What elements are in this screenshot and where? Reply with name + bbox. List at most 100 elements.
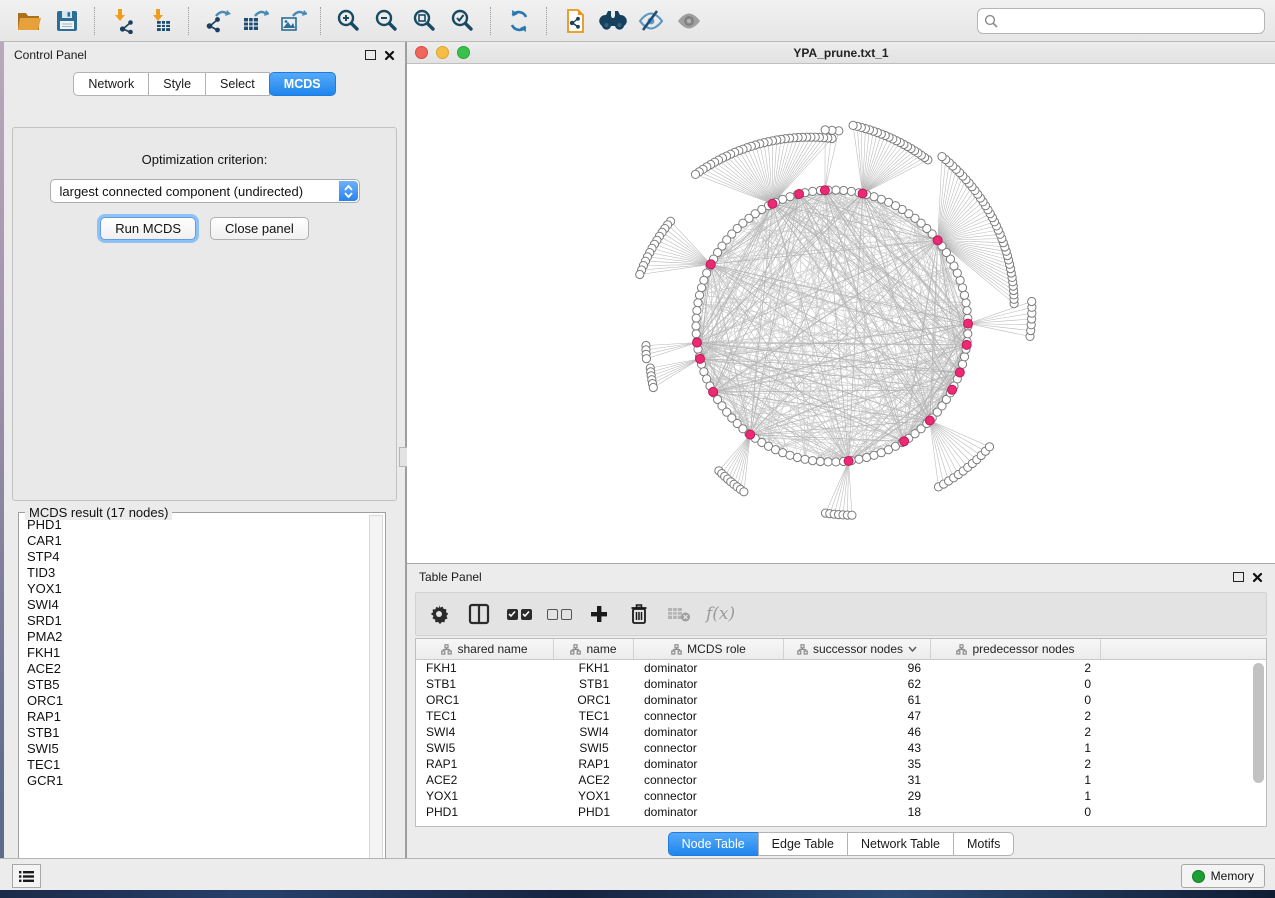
cell-name: TEC1 [554,709,634,723]
column-header-MCDS-role[interactable]: MCDS role [634,639,784,659]
tab-style[interactable]: Style [148,72,206,96]
table-footer-tabs: Node TableEdge TableNetwork TableMotifs [407,832,1275,856]
select-all-icon[interactable] [506,601,532,627]
toolbar-separator [94,7,96,35]
column-header-shared-name[interactable]: shared name [416,639,554,659]
columns-icon[interactable] [466,601,492,627]
table-row[interactable]: STB1STB1dominator620 [416,676,1266,692]
cell-predecessor-nodes: 0 [931,693,1101,707]
mcds-result-item[interactable]: FKH1 [23,645,369,661]
tab-mcds[interactable]: MCDS [269,72,336,96]
table-row[interactable]: SWI5SWI5connector431 [416,740,1266,756]
table-scrollbar[interactable] [1253,663,1264,822]
gear-icon[interactable] [426,601,452,627]
cell-MCDS-role: connector [634,741,784,755]
mcds-result-item[interactable]: ACE2 [23,661,369,677]
cell-shared-name: YOX1 [416,789,554,803]
column-header-successor-nodes[interactable]: successor nodes [784,639,931,659]
mcds-result-item[interactable]: TID3 [23,565,369,581]
show-graphics-details-icon[interactable] [672,5,706,37]
cell-MCDS-role: connector [634,789,784,803]
main-toolbar [0,0,1275,42]
deselect-all-icon[interactable] [546,601,572,627]
mcds-result-item[interactable]: PMA2 [23,629,369,645]
cell-MCDS-role: connector [634,773,784,787]
add-icon[interactable] [586,601,612,627]
mcds-result-item[interactable]: GCR1 [23,773,369,789]
float-table-panel-icon[interactable] [1233,572,1244,582]
toolbar-separator [490,7,492,35]
cell-shared-name: SWI5 [416,741,554,755]
cell-predecessor-nodes: 2 [931,709,1101,723]
mcds-result-item[interactable]: YOX1 [23,581,369,597]
mcds-result-item[interactable]: STB5 [23,677,369,693]
mcds-result-item[interactable]: PHD1 [23,517,369,533]
table-row[interactable]: FKH1FKH1dominator962 [416,660,1266,676]
table-row[interactable]: TEC1TEC1connector472 [416,708,1266,724]
task-history-button[interactable] [12,864,41,888]
import-network-icon[interactable] [106,5,140,37]
zoom-in-icon[interactable] [332,5,366,37]
column-header-name[interactable]: name [554,639,634,659]
table-row[interactable]: ORC1ORC1dominator610 [416,692,1266,708]
cell-successor-nodes: 61 [784,693,931,707]
tab-network[interactable]: Network [73,72,149,96]
cell-successor-nodes: 43 [784,741,931,755]
export-image-icon[interactable] [276,5,310,37]
tab-motifs[interactable]: Motifs [953,832,1014,856]
cell-predecessor-nodes: 2 [931,661,1101,675]
result-list-scrollbar[interactable] [369,515,383,879]
mcds-result-item[interactable]: SWI4 [23,597,369,613]
mcds-result-item[interactable]: SRD1 [23,613,369,629]
hide-graphics-details-icon[interactable] [634,5,668,37]
close-panel-icon[interactable] [384,50,395,61]
table-row[interactable]: PHD1PHD1dominator180 [416,804,1266,820]
memory-label: Memory [1211,869,1254,883]
search-objects-icon[interactable] [596,5,630,37]
mcds-result-item[interactable]: ORC1 [23,693,369,709]
cell-MCDS-role: dominator [634,661,784,675]
tab-edge-table[interactable]: Edge Table [758,832,848,856]
mcds-result-item[interactable]: RAP1 [23,709,369,725]
memory-button[interactable]: Memory [1181,864,1265,888]
column-header-predecessor-nodes[interactable]: predecessor nodes [931,639,1101,659]
table-scrollbar-thumb[interactable] [1253,663,1264,783]
table-row[interactable]: SWI4SWI4dominator462 [416,724,1266,740]
criterion-value: largest connected component (undirected) [60,184,304,199]
close-panel-button[interactable]: Close panel [210,217,309,240]
cell-predecessor-nodes: 2 [931,757,1101,771]
mcds-result-item[interactable]: SWI5 [23,741,369,757]
run-mcds-button[interactable]: Run MCDS [100,217,196,240]
save-session-icon[interactable] [50,5,84,37]
search-input[interactable] [1003,13,1258,29]
global-search [977,8,1265,34]
clone-network-icon[interactable] [558,5,592,37]
trash-icon[interactable] [626,601,652,627]
export-table-icon[interactable] [238,5,272,37]
network-canvas[interactable] [407,64,1275,563]
mcds-result-item[interactable]: STB1 [23,725,369,741]
tab-select[interactable]: Select [205,72,270,96]
table-row[interactable]: ACE2ACE2connector311 [416,772,1266,788]
criterion-dropdown[interactable]: largest connected component (undirected) [50,179,360,203]
open-session-icon[interactable] [12,5,46,37]
cell-name: SWI5 [554,741,634,755]
export-network-icon[interactable] [200,5,234,37]
function-builder-icon: f(x) [706,604,735,624]
fit-selected-icon[interactable] [446,5,480,37]
mcds-result-item[interactable]: STP4 [23,549,369,565]
tab-network-table[interactable]: Network Table [847,832,954,856]
zoom-out-icon[interactable] [370,5,404,37]
tab-node-table[interactable]: Node Table [668,832,759,856]
mcds-result-item[interactable]: TEC1 [23,757,369,773]
table-row[interactable]: RAP1RAP1dominator352 [416,756,1266,772]
cell-shared-name: TEC1 [416,709,554,723]
cell-shared-name: PHD1 [416,805,554,819]
refresh-icon[interactable] [502,5,536,37]
fit-content-icon[interactable] [408,5,442,37]
mcds-result-item[interactable]: CAR1 [23,533,369,549]
table-row[interactable]: YOX1YOX1connector291 [416,788,1266,804]
float-panel-icon[interactable] [365,50,376,60]
close-table-panel-icon[interactable] [1252,572,1263,583]
import-table-icon[interactable] [144,5,178,37]
